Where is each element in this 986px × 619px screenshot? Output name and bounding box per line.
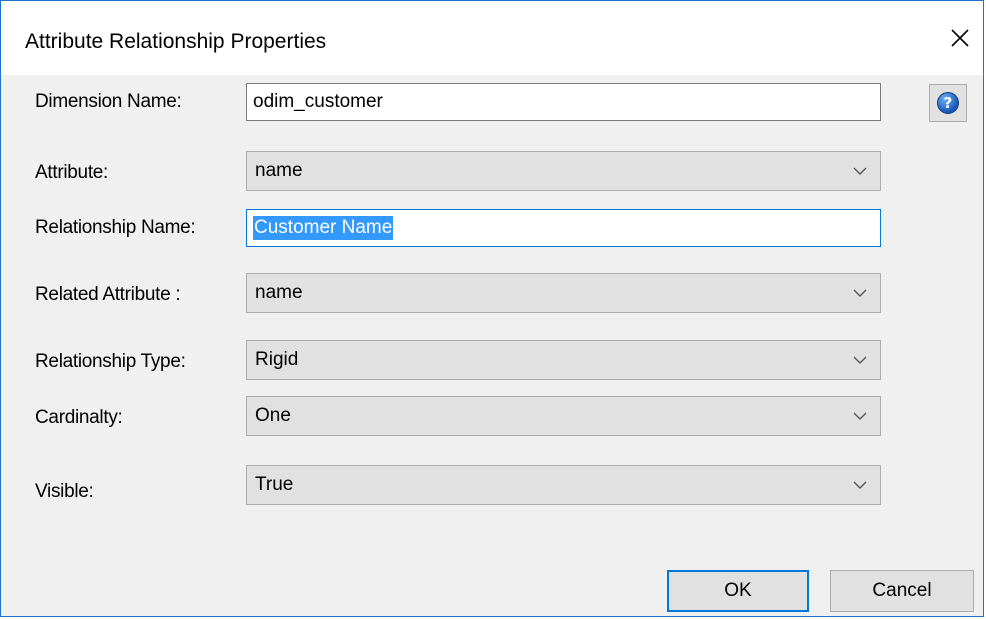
relationship-name-label: Relationship Name: [35, 217, 196, 238]
dimension-name-label: Dimension Name: [35, 91, 182, 112]
dimension-name-field[interactable]: odim_customer [246, 83, 881, 121]
cardinality-select[interactable]: One [246, 396, 881, 436]
chevron-down-icon [840, 274, 880, 312]
relationship-name-field[interactable]: Customer Name [246, 209, 881, 247]
close-icon [951, 29, 969, 47]
related-attribute-select[interactable]: name [246, 273, 881, 313]
attribute-select-value: name [255, 160, 303, 181]
dimension-name-value: odim_customer [253, 91, 383, 112]
relationship-type-select-value: Rigid [255, 349, 299, 370]
cardinality-select-value: One [255, 405, 291, 426]
relationship-type-label: Relationship Type: [35, 351, 186, 372]
chevron-down-icon [840, 397, 880, 435]
ok-button[interactable]: OK [667, 570, 809, 612]
attribute-relationship-dialog: Attribute Relationship Properties Dimens… [0, 0, 984, 617]
cardinality-label: Cardinalty: [35, 407, 123, 428]
related-attribute-label: Related Attribute : [35, 284, 181, 305]
relationship-name-value: Customer Name [253, 216, 394, 240]
attribute-label: Attribute: [35, 162, 109, 183]
window-title: Attribute Relationship Properties [25, 30, 327, 53]
help-icon: ? [937, 92, 959, 114]
cancel-button[interactable]: Cancel [830, 570, 974, 612]
relationship-type-select[interactable]: Rigid [246, 340, 881, 380]
chevron-down-icon [840, 152, 880, 190]
visible-select-value: True [255, 474, 294, 495]
attribute-select[interactable]: name [246, 151, 881, 191]
close-button[interactable] [937, 13, 983, 63]
chevron-down-icon [840, 341, 880, 379]
title-bar: Attribute Relationship Properties [1, 1, 983, 75]
visible-label: Visible: [35, 481, 94, 502]
help-button[interactable]: ? [929, 84, 967, 122]
visible-select[interactable]: True [246, 465, 881, 505]
chevron-down-icon [840, 466, 880, 504]
related-attribute-select-value: name [255, 282, 303, 303]
